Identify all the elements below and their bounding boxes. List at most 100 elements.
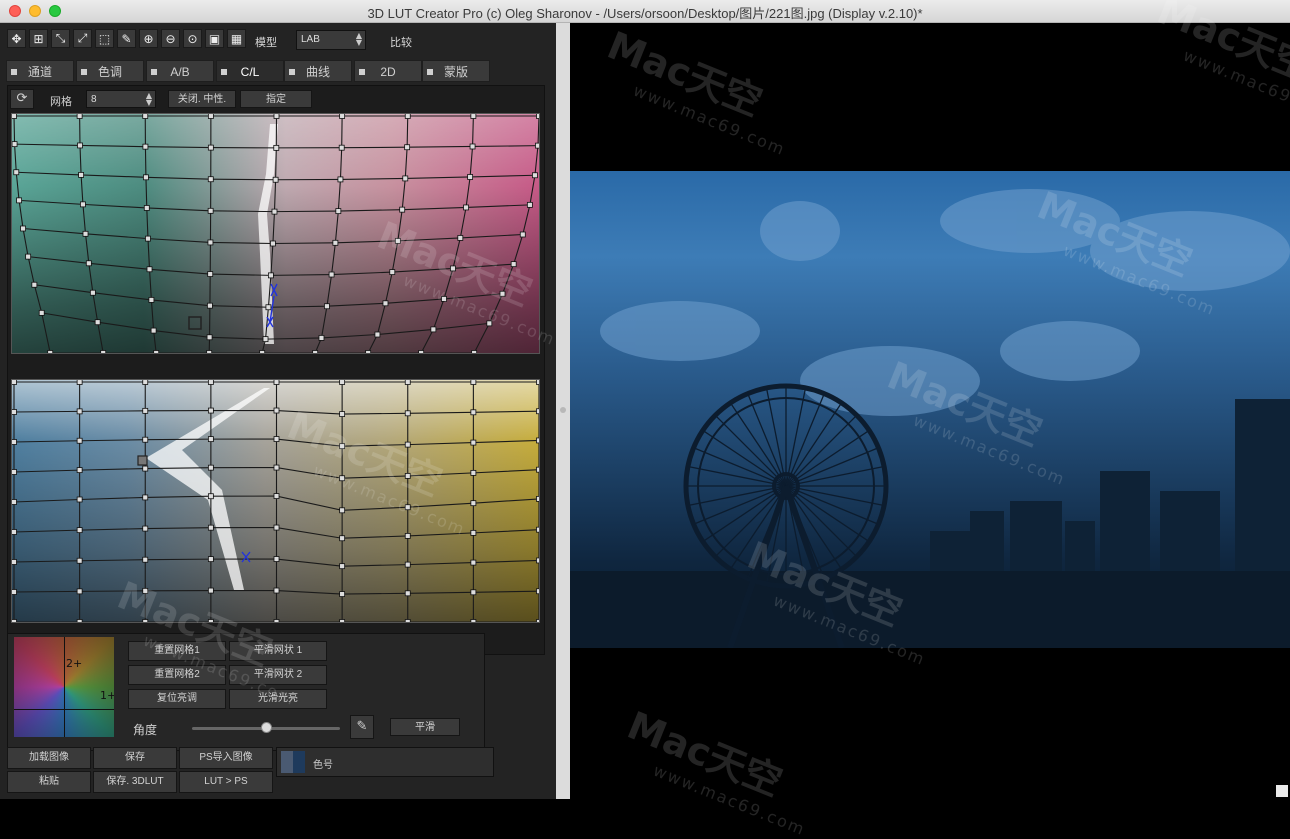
grid-node[interactable] <box>76 114 83 119</box>
grid-node[interactable] <box>402 175 409 182</box>
grid-node[interactable] <box>259 350 266 355</box>
grid-node[interactable] <box>270 240 276 247</box>
grid-node[interactable] <box>339 475 346 482</box>
smooth-button[interactable]: 平滑 <box>390 718 460 736</box>
move-icon[interactable]: ✥ <box>7 29 26 48</box>
grid-node[interactable] <box>394 237 401 244</box>
grid-node[interactable] <box>526 201 533 208</box>
tab-checkbox[interactable] <box>151 69 157 75</box>
tab-mask[interactable]: 蒙版 <box>422 60 490 82</box>
resize-grip[interactable] <box>1276 785 1288 797</box>
grid-node[interactable] <box>143 205 150 211</box>
grid-node[interactable] <box>207 176 214 183</box>
grid-node[interactable] <box>324 303 330 310</box>
grid-node[interactable] <box>207 587 214 594</box>
grid-node[interactable] <box>536 437 541 444</box>
grid-node[interactable] <box>404 561 411 568</box>
reset-grid1-button[interactable]: 重置网格1 <box>128 641 226 661</box>
grid-node[interactable] <box>339 563 346 570</box>
tab-hue[interactable]: 色调 <box>76 60 144 82</box>
grid-node[interactable] <box>273 619 280 624</box>
grid-node[interactable] <box>404 410 411 417</box>
tab-checkbox[interactable] <box>359 69 365 75</box>
grid-node[interactable] <box>536 466 541 473</box>
grid-node[interactable] <box>339 535 346 542</box>
grid-node[interactable] <box>207 380 214 385</box>
grid-node[interactable] <box>328 271 335 278</box>
splitter-handle[interactable] <box>560 407 566 413</box>
grid-node[interactable] <box>339 114 346 119</box>
tab-checkbox[interactable] <box>11 69 17 75</box>
grid-node[interactable] <box>12 380 17 385</box>
grid-node[interactable] <box>12 141 18 148</box>
load-image-button[interactable]: 加载图像 <box>7 747 91 769</box>
grid-node[interactable] <box>12 499 17 505</box>
tab-cl[interactable]: C/L <box>216 60 284 82</box>
grid-node[interactable] <box>142 380 149 385</box>
tab-ab[interactable]: A/B <box>146 60 214 82</box>
grid-node[interactable] <box>76 588 83 595</box>
grid-node[interactable] <box>470 529 477 536</box>
grid-node[interactable] <box>142 114 149 119</box>
grid-node[interactable] <box>404 533 411 539</box>
grid-node[interactable] <box>536 526 541 533</box>
frame-icon[interactable]: ▣ <box>205 29 224 48</box>
tab-checkbox[interactable] <box>289 69 295 75</box>
grid-node[interactable] <box>470 469 477 476</box>
grid-node[interactable] <box>470 439 477 446</box>
grid-node[interactable] <box>273 407 280 414</box>
grid-node[interactable] <box>463 204 469 211</box>
grid-node[interactable] <box>430 326 437 333</box>
grid-node[interactable] <box>142 525 149 532</box>
expand-icon[interactable]: ⤢ <box>73 29 92 48</box>
grid-node[interactable] <box>207 114 214 119</box>
grid-node[interactable] <box>76 619 83 624</box>
grid-icon[interactable]: ⊞ <box>29 29 48 48</box>
grid-node[interactable] <box>142 556 149 563</box>
grid-node[interactable] <box>207 556 214 563</box>
grid-node[interactable] <box>339 619 346 624</box>
grid-node[interactable] <box>338 144 345 151</box>
smooth-grid2-button[interactable]: 平滑网状 2 <box>229 665 327 685</box>
grid-node[interactable] <box>76 437 83 444</box>
grid-node[interactable] <box>206 334 213 341</box>
save-3dlut-button[interactable]: 保存. 3DLUT <box>93 771 177 793</box>
assign-button[interactable]: 指定 <box>240 90 312 108</box>
grid-node[interactable] <box>142 587 149 594</box>
grid-node[interactable] <box>335 208 342 215</box>
refresh-icon[interactable]: ⟳ <box>10 89 34 109</box>
grid-node[interactable] <box>150 327 157 334</box>
grid-node[interactable] <box>273 436 280 442</box>
grid-node[interactable] <box>47 350 54 355</box>
grid-node[interactable] <box>142 465 149 472</box>
grid-node[interactable] <box>207 407 214 414</box>
grid-node[interactable] <box>142 143 149 150</box>
grid-node[interactable] <box>16 197 22 204</box>
grid-node[interactable] <box>499 290 506 297</box>
grid-node[interactable] <box>20 225 26 232</box>
grid-node[interactable] <box>85 260 92 267</box>
selected-grid-node[interactable] <box>188 316 202 330</box>
grid-node[interactable] <box>100 350 107 355</box>
grid-node[interactable] <box>374 331 381 338</box>
grid-node[interactable] <box>536 408 541 415</box>
grid-node[interactable] <box>76 557 83 564</box>
grid-node[interactable] <box>273 114 280 119</box>
grid-node[interactable] <box>94 319 101 326</box>
smooth-light-button[interactable]: 光滑光亮 <box>229 689 327 709</box>
grid-mesh-upper[interactable] <box>12 114 540 354</box>
grid-node[interactable] <box>12 114 17 119</box>
grid-node[interactable] <box>207 207 214 214</box>
grid-count-select[interactable]: 8 ▲ ▼ <box>86 90 156 108</box>
tab-checkbox[interactable] <box>81 69 87 75</box>
smooth-grid1-button[interactable]: 平滑网状 1 <box>229 641 327 661</box>
grid-node[interactable] <box>76 467 83 474</box>
grid-node[interactable] <box>404 380 411 385</box>
grid-node[interactable] <box>404 144 411 151</box>
eyedropper-icon[interactable]: ✎ <box>350 715 374 739</box>
grid-node[interactable] <box>339 591 346 597</box>
grid-node[interactable] <box>404 473 411 479</box>
ps-import-button[interactable]: PS导入图像 <box>179 747 273 769</box>
grid-node[interactable] <box>536 496 541 502</box>
grid-node[interactable] <box>12 409 17 415</box>
